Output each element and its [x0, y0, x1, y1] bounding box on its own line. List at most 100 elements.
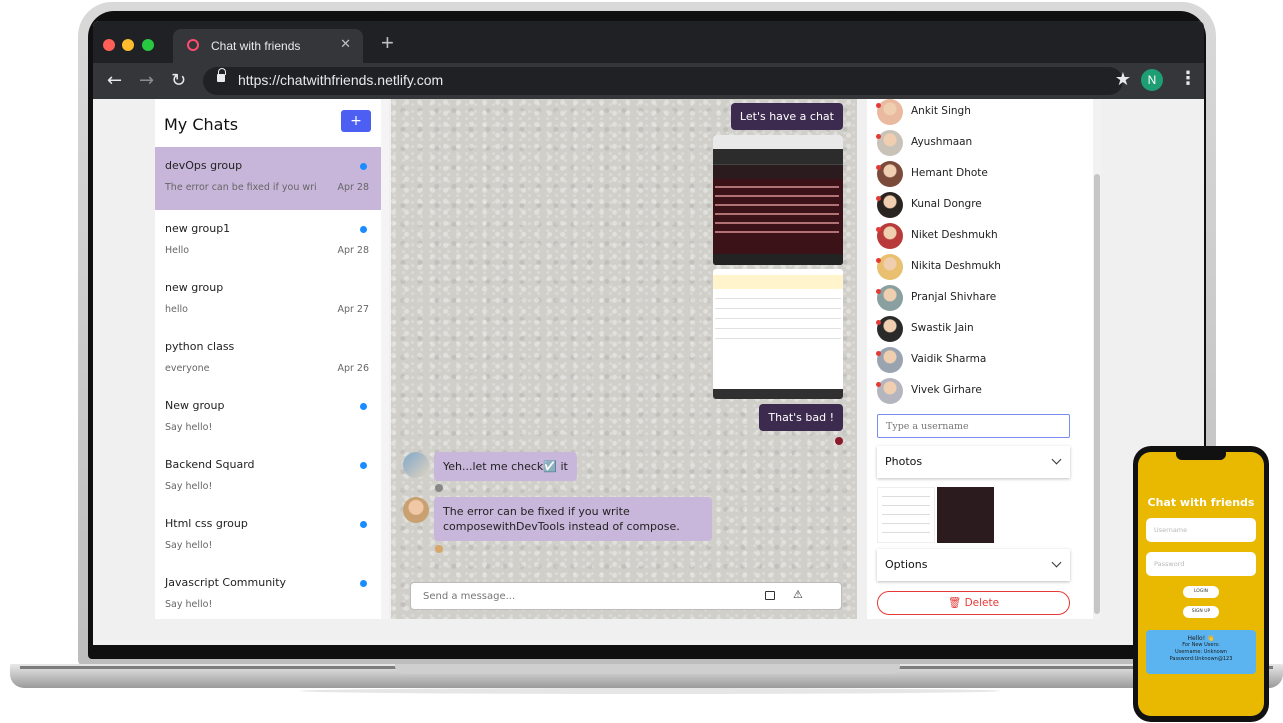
member-name: Ankit Singh	[911, 105, 971, 117]
online-status-dot	[876, 103, 881, 108]
member-name: Ayushmaan	[911, 136, 973, 148]
chat-list-item[interactable]: python class everyone Apr 26	[155, 328, 381, 387]
phone-app-title: Chat with friends	[1147, 496, 1255, 509]
chat-preview: Say hello!	[165, 599, 213, 610]
chat-date: Apr 28	[337, 245, 369, 256]
laptop-notch	[395, 664, 900, 674]
chat-name: Backend Squard	[165, 458, 255, 471]
tab-title: Chat with friends	[211, 39, 301, 53]
chat-name: new group	[165, 281, 224, 294]
chat-list-item[interactable]: devOps group The error can be fixed if yo…	[155, 147, 381, 210]
read-receipt-avatar	[435, 545, 443, 553]
phone-username-field[interactable]: Username	[1146, 518, 1256, 542]
phone-login-button[interactable]: LOGIN	[1183, 586, 1219, 598]
member-name: Hemant Dhote	[911, 167, 988, 179]
card-line: Username: Unknown	[1175, 649, 1227, 655]
chat-name: Javascript Community	[165, 576, 287, 589]
chat-list: devOps group The error can be fixed if yo…	[155, 147, 381, 619]
username-search-input[interactable]	[877, 414, 1070, 438]
chat-preview: Say hello!	[165, 481, 213, 492]
my-chats-header: My Chats +	[155, 99, 389, 147]
maximize-window-button[interactable]	[142, 39, 154, 51]
member-name: Vaidik Sharma	[911, 353, 987, 365]
photos-accordion[interactable]: Photos	[877, 446, 1070, 478]
unread-indicator	[360, 462, 367, 469]
online-status-dot	[876, 289, 881, 294]
chat-list-item[interactable]: Javascript Community Say hello!	[155, 564, 381, 619]
online-status-dot	[876, 134, 881, 139]
message-bubble-received: The error can be fixed if you write comp…	[434, 497, 712, 541]
member-name: Vivek Girhare	[911, 384, 982, 396]
conversation-pane: Let's have a chat That's bad ! Yeh...let…	[391, 99, 857, 619]
browser-menu-icon[interactable]: ⋮	[1179, 68, 1197, 89]
tab-close-icon[interactable]: ✕	[340, 37, 351, 52]
close-window-button[interactable]	[103, 39, 115, 51]
read-receipt-avatar	[835, 437, 843, 445]
phone-password-field[interactable]: Password	[1146, 552, 1256, 576]
favicon-icon	[187, 39, 199, 51]
phone-signup-button[interactable]: SIGN UP	[1183, 606, 1219, 618]
profile-avatar[interactable]: N	[1141, 69, 1163, 91]
online-status-dot	[876, 227, 881, 232]
chat-preview: Say hello!	[165, 422, 213, 433]
shared-image-table[interactable]	[713, 269, 843, 399]
my-chats-panel: My Chats + devOps group The error can be …	[155, 99, 389, 619]
photo-thumbnail[interactable]	[937, 487, 994, 543]
online-status-dot	[876, 165, 881, 170]
member-avatar	[877, 223, 903, 249]
card-hello: Hello! 👋	[1187, 635, 1215, 642]
url-text: https://chatwithfriends.netlify.com	[238, 72, 444, 88]
chat-date: Apr 27	[337, 304, 369, 315]
devtools-error-console	[713, 179, 843, 254]
back-arrow-icon[interactable]: ←	[107, 70, 122, 91]
member-name: Nikita Deshmukh	[911, 260, 1001, 272]
card-line: Password:Unknown@123	[1169, 656, 1233, 662]
message-composer: ⚠	[410, 582, 842, 610]
unread-indicator	[360, 580, 367, 587]
message-bubble-received: Yeh...let me check☑️ it	[434, 452, 577, 481]
chat-list-item[interactable]: Html css group Say hello!	[155, 505, 381, 564]
chat-list-item[interactable]: New group Say hello!	[155, 387, 381, 446]
chat-preview: The error can be fixed if you wri	[165, 182, 317, 193]
chevron-down-icon	[1051, 454, 1062, 465]
chat-name: new group1	[165, 222, 231, 235]
lock-icon	[217, 68, 226, 82]
new-tab-button[interactable]: +	[381, 30, 394, 56]
bookmark-star-icon[interactable]: ★	[1115, 69, 1131, 90]
unread-indicator	[360, 403, 367, 410]
minimize-window-button[interactable]	[122, 39, 134, 51]
members-scrollbar[interactable]	[1093, 99, 1101, 619]
online-status-dot	[876, 196, 881, 201]
chat-list-item[interactable]: new group1 Hello Apr 28	[155, 210, 381, 269]
photo-thumbnail[interactable]	[877, 487, 935, 543]
unread-indicator	[360, 226, 367, 233]
member-name: Niket Deshmukh	[911, 229, 998, 241]
devtools-tabs	[713, 149, 843, 165]
chat-name: Html css group	[165, 517, 248, 530]
reload-icon[interactable]: ↻	[171, 70, 186, 91]
shared-image-devtools[interactable]	[713, 135, 843, 265]
devtools-footer	[713, 254, 843, 265]
card-line: For New Users:	[1182, 642, 1220, 648]
chat-list-item[interactable]: Backend Squard Say hello!	[155, 446, 381, 505]
warning-icon[interactable]: ⚠	[793, 588, 803, 601]
forward-arrow-icon[interactable]: →	[139, 70, 154, 91]
chat-name: devOps group	[165, 159, 243, 172]
address-bar[interactable]: https://chatwithfriends.netlify.com ★	[203, 67, 1131, 95]
attach-image-icon[interactable]	[765, 591, 775, 600]
chat-preview: hello	[165, 304, 188, 315]
delete-group-button[interactable]: 🗑 Delete	[877, 591, 1070, 615]
mockup-stage: Chat with friends ✕ + ← → ↻ https://chat…	[0, 0, 1283, 723]
options-accordion[interactable]: Options	[877, 549, 1070, 581]
sender-avatar	[403, 452, 429, 478]
chats-scrollbar[interactable]	[381, 99, 389, 619]
message-input[interactable]	[423, 588, 743, 604]
chat-list-item[interactable]: new group hello Apr 27	[155, 269, 381, 328]
message-bubble-sent: That's bad !	[759, 404, 843, 431]
add-group-button[interactable]: +	[341, 110, 371, 132]
online-status-dot	[876, 258, 881, 263]
member-avatar	[877, 130, 903, 156]
member-name: Kunal Dongre	[911, 198, 982, 210]
member-avatar	[877, 161, 903, 187]
browser-tab[interactable]: Chat with friends ✕	[173, 29, 363, 63]
